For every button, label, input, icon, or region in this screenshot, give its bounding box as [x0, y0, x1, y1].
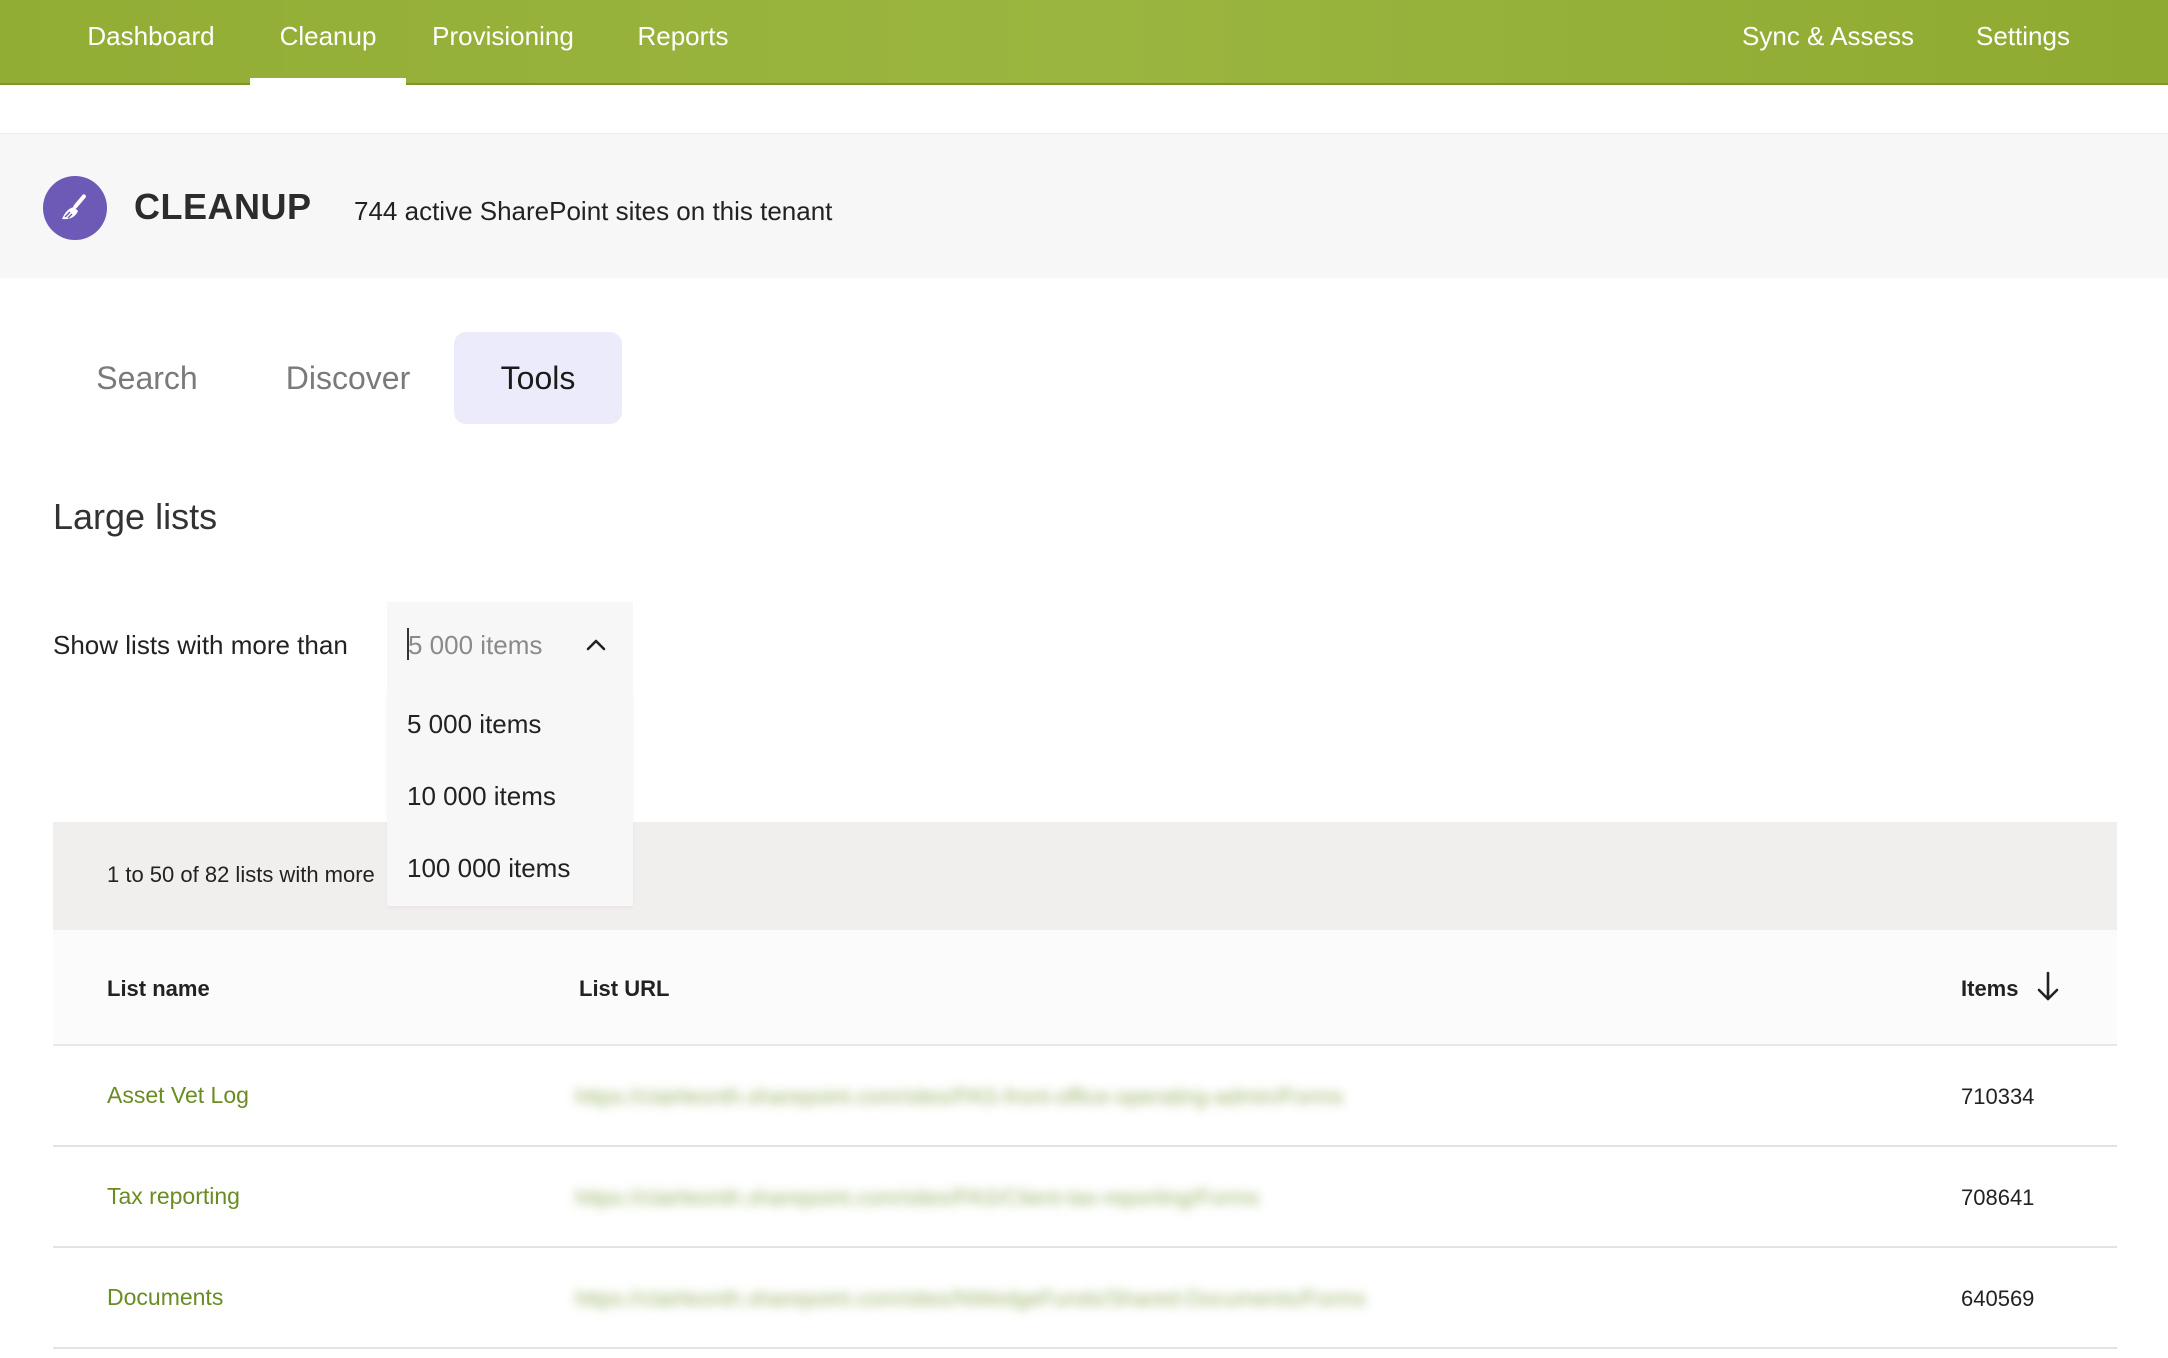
section-title: Large lists — [53, 496, 218, 537]
filter-label: Show lists with more than — [53, 630, 348, 660]
nav-item-settings[interactable]: Settings — [1960, 0, 2086, 85]
nav-item-cleanup[interactable]: Cleanup — [250, 0, 406, 85]
nav-item-reports[interactable]: Reports — [622, 0, 744, 85]
tab-search[interactable]: Search — [72, 332, 222, 424]
select-placeholder: 5 000 items — [408, 630, 543, 660]
column-list-name[interactable]: List name — [107, 976, 210, 1002]
sort-descending-icon[interactable] — [2033, 970, 2063, 1004]
item-threshold-select[interactable]: 5 000 items — [387, 602, 633, 688]
option-100000[interactable]: 100 000 items — [387, 832, 633, 904]
list-item-count: 710334 — [1961, 1084, 2035, 1109]
list-name-link[interactable]: Asset Vet Log — [107, 1082, 249, 1109]
table-row: Asset Vet Log https://clairleonth.sharep… — [53, 1046, 2117, 1147]
list-item-count: 640569 — [1961, 1286, 2035, 1311]
nav-item-dashboard[interactable]: Dashboard — [62, 0, 240, 85]
column-list-url[interactable]: List URL — [579, 976, 669, 1002]
page-title: CLEANUP — [134, 186, 312, 227]
list-url-link[interactable]: https://clairleonth.sharepoint.com/sites… — [575, 1286, 1366, 1312]
large-lists-table: List name List URL Items Asset Vet Log h… — [53, 930, 2117, 1349]
results-summary: 1 to 50 of 82 lists with more — [107, 862, 375, 887]
list-url-link[interactable]: https://clairleonth.sharepoint.com/sites… — [575, 1084, 1343, 1110]
tab-discover[interactable]: Discover — [266, 332, 430, 424]
results-summary-bar: 1 to 50 of 82 lists with more — [53, 822, 2117, 930]
list-item-count: 708641 — [1961, 1185, 2035, 1210]
list-name-link[interactable]: Documents — [107, 1284, 223, 1311]
item-threshold-dropdown: 5 000 items 10 000 items 100 000 items — [387, 688, 633, 906]
tab-tools[interactable]: Tools — [454, 332, 622, 424]
cleanup-logo — [43, 176, 107, 240]
option-5000[interactable]: 5 000 items — [387, 688, 633, 760]
table-header: List name List URL Items — [53, 930, 2117, 1046]
list-url-link[interactable]: https://clairleonth.sharepoint.com/sites… — [575, 1185, 1259, 1211]
nav-item-sync-assess[interactable]: Sync & Assess — [1728, 0, 1928, 85]
tenant-site-count: 744 active SharePoint sites on this tena… — [354, 196, 833, 226]
table-row: Tax reporting https://clairleonth.sharep… — [53, 1147, 2117, 1248]
chevron-up-icon[interactable] — [585, 634, 607, 656]
nav-item-provisioning[interactable]: Provisioning — [418, 0, 588, 85]
broom-icon — [62, 194, 86, 220]
page-header: CLEANUP 744 active SharePoint sites on t… — [0, 133, 2168, 278]
option-10000[interactable]: 10 000 items — [387, 760, 633, 832]
table-row: Documents https://clairleonth.sharepoint… — [53, 1248, 2117, 1349]
top-nav: Dashboard Cleanup Provisioning Reports S… — [0, 0, 2168, 85]
column-items[interactable]: Items — [1961, 976, 2018, 1002]
list-name-link[interactable]: Tax reporting — [107, 1183, 240, 1210]
